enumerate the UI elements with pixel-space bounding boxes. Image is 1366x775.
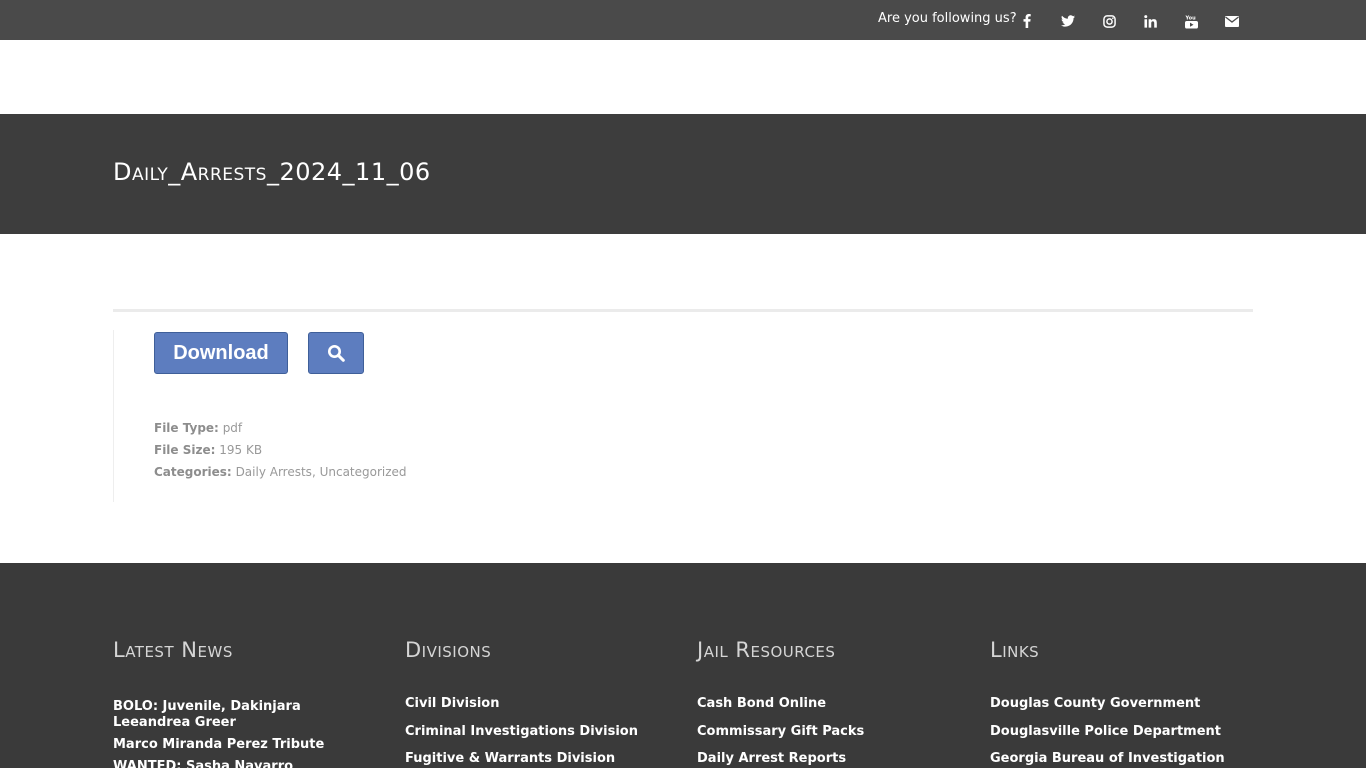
file-type-label: File Type: [154, 421, 219, 435]
twitter-icon[interactable] [1059, 12, 1077, 30]
footer-heading: Links [990, 638, 1040, 662]
email-icon[interactable] [1223, 12, 1241, 30]
category-link[interactable]: Daily Arrests [236, 465, 312, 479]
site-footer: Latest News BOLO: Juvenile, Dakinjara Le… [0, 563, 1366, 774]
footer-link[interactable]: Civil Division [405, 696, 499, 712]
file-size-label: File Size: [154, 443, 216, 457]
footer-link[interactable]: Marco Miranda Perez Tribute [113, 737, 324, 753]
category-separator: , [311, 465, 320, 479]
svg-text:You: You [1185, 15, 1196, 21]
page-title: Daily_Arrests_2024_11_06 [113, 158, 431, 186]
footer-heading: Divisions [405, 638, 492, 662]
top-bar: Are you following us? You [0, 0, 1366, 40]
content-divider [113, 309, 1253, 312]
footer-link[interactable]: Georgia Bureau of Investigation [990, 751, 1225, 767]
file-size-row: File Size: 195 KB [154, 443, 262, 457]
file-type-row: File Type: pdf [154, 421, 242, 435]
file-type-value: pdf [222, 421, 243, 435]
search-icon [327, 344, 345, 362]
footer-link[interactable]: Daily Arrest Reports [697, 751, 846, 767]
preview-button[interactable] [308, 332, 364, 374]
instagram-icon[interactable] [1100, 12, 1118, 30]
footer-link[interactable]: Criminal Investigations Division [405, 724, 638, 740]
categories-row: Categories: Daily Arrests, Uncategorized [154, 465, 407, 479]
categories-label: Categories: [154, 465, 232, 479]
footer-link[interactable]: Douglas County Government [990, 696, 1200, 712]
youtube-icon[interactable]: You [1182, 12, 1200, 30]
content-left-rule [113, 330, 114, 502]
footer-link[interactable]: Douglasville Police Department [990, 724, 1221, 740]
category-link[interactable]: Uncategorized [320, 465, 407, 479]
footer-link[interactable]: Commissary Gift Packs [697, 724, 864, 740]
footer-heading: Latest News [113, 638, 233, 662]
facebook-icon[interactable] [1018, 12, 1036, 30]
follow-us-text: Are you following us? [878, 11, 1017, 26]
footer-link[interactable]: Fugitive & Warrants Division [405, 751, 615, 767]
footer-heading: Jail Resources [697, 638, 836, 662]
download-button[interactable]: Download [154, 332, 288, 374]
footer-link[interactable]: WANTED: Sasha Navarro [113, 759, 293, 775]
footer-link[interactable]: BOLO: Juvenile, Dakinjara Leeandrea Gree… [113, 699, 363, 731]
linkedin-icon[interactable] [1141, 12, 1159, 30]
footer-link[interactable]: Cash Bond Online [697, 696, 826, 712]
file-size-value: 195 KB [219, 443, 263, 457]
